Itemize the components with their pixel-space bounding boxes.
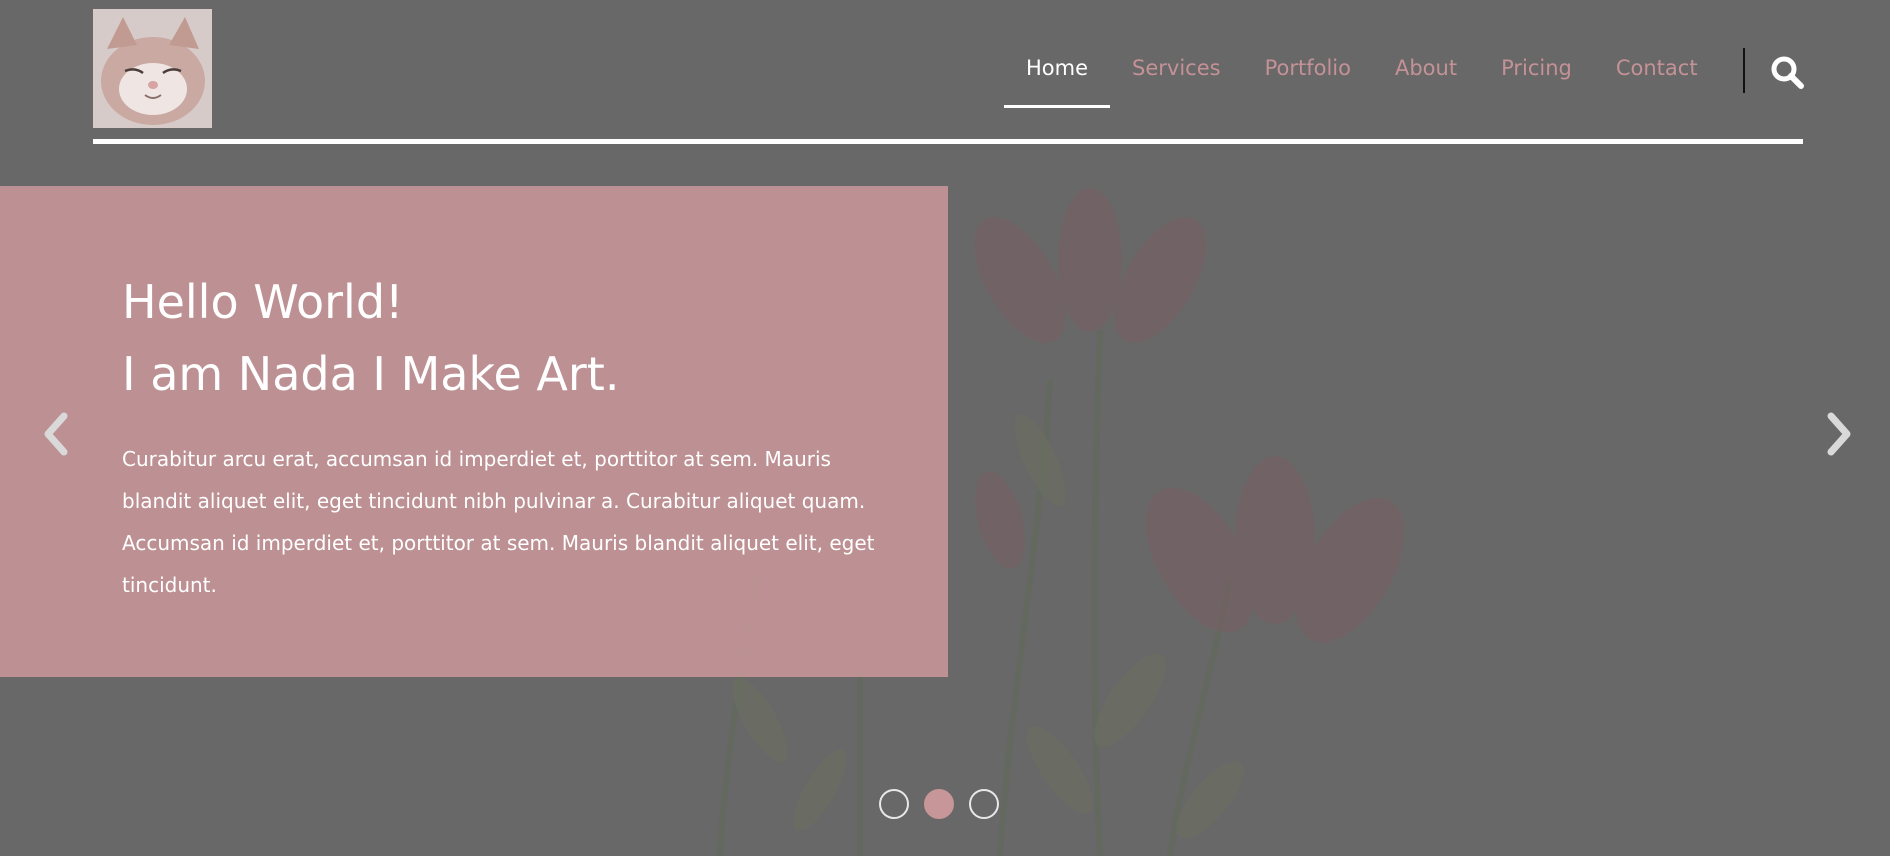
carousel-indicators [879, 789, 999, 819]
chevron-right-icon [1827, 412, 1851, 456]
hero-title: Hello World! I am Nada I Make Art. [122, 266, 619, 410]
nav-item-contact[interactable]: Contact [1594, 38, 1720, 108]
hero-title-line-1: Hello World! [122, 275, 404, 329]
site-logo[interactable] [93, 9, 212, 128]
nav-item-about[interactable]: About [1373, 38, 1479, 108]
hero-title-line-2: I am Nada I Make Art. [122, 347, 620, 401]
nav-item-home[interactable]: Home [1004, 38, 1111, 108]
carousel-next-button[interactable] [1819, 410, 1859, 458]
main-nav: Home Services Portfolio About Pricing Co… [1004, 38, 1720, 108]
nav-item-pricing[interactable]: Pricing [1479, 38, 1594, 108]
chevron-left-icon [44, 412, 68, 456]
hero-panel: Hello World! I am Nada I Make Art. Curab… [0, 186, 948, 677]
carousel-dot-1[interactable] [879, 789, 909, 819]
site-header: Home Services Portfolio About Pricing Co… [0, 0, 1890, 150]
carousel-prev-button[interactable] [36, 410, 76, 458]
carousel-dot-3[interactable] [969, 789, 999, 819]
header-divider [93, 139, 1803, 144]
nav-item-services[interactable]: Services [1110, 38, 1243, 108]
hero-description: Curabitur arcu erat, accumsan id imperdi… [122, 447, 875, 597]
nav-item-portfolio[interactable]: Portfolio [1243, 38, 1373, 108]
nav-divider [1743, 48, 1745, 93]
cat-logo-image [93, 9, 212, 128]
carousel-dot-2[interactable] [924, 789, 954, 819]
search-icon [1771, 56, 1804, 89]
search-button[interactable] [1770, 55, 1804, 89]
